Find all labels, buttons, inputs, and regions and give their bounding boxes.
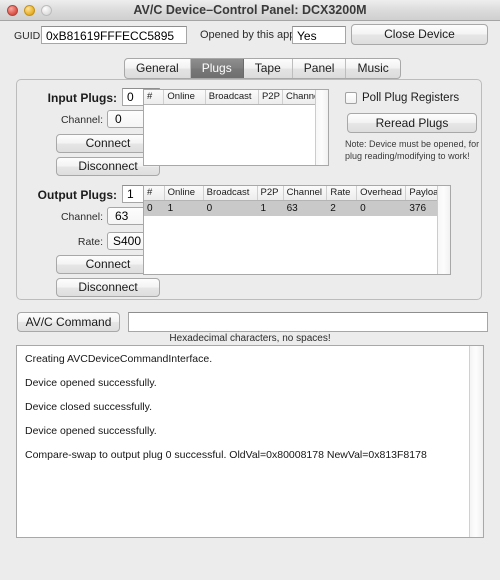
device-header-row: GUID: 0xB81619FFFECC5895 Opened by this …	[0, 21, 500, 54]
guid-label: GUID:	[14, 30, 44, 42]
column-header-online: Online	[165, 186, 204, 200]
output-plugs-table[interactable]: # Online Broadcast P2P Channel Rate Over…	[143, 185, 451, 275]
output-plugs-label: Output Plugs:	[37, 188, 117, 202]
tab-plugs[interactable]: Plugs	[190, 59, 244, 78]
window-bottom-area	[0, 538, 500, 580]
column-header-number: #	[144, 186, 165, 200]
poll-plug-registers-row[interactable]: Poll Plug Registers	[345, 92, 459, 104]
output-channel-value: 63	[115, 209, 129, 223]
avc-command-hint: Hexadecimal characters, no spaces!	[169, 333, 331, 344]
output-rate-value: S400	[113, 234, 142, 248]
log-line: Creating AVCDeviceCommandInterface.	[25, 353, 213, 365]
tab-music[interactable]: Music	[346, 59, 399, 78]
cell-p2p: 1	[260, 203, 267, 214]
title-bar: AV/C Device–Control Panel: DCX3200M	[0, 0, 500, 21]
window-title: AV/C Device–Control Panel: DCX3200M	[133, 3, 367, 17]
cell-broadcast: 0	[206, 203, 213, 214]
poll-plug-registers-checkbox[interactable]	[345, 92, 357, 104]
table-row[interactable]: 0 1 0 1 63 2 0 376	[144, 201, 450, 216]
column-header-online: Online	[164, 90, 206, 104]
log-line: Device opened successfully.	[25, 377, 157, 389]
log-content: Creating AVCDeviceCommandInterface. Devi…	[17, 346, 469, 537]
cell-online: 1	[167, 203, 174, 214]
avc-command-button[interactable]: AV/C Command	[17, 312, 120, 332]
tab-general[interactable]: General	[125, 59, 191, 78]
column-header-broadcast: Broadcast	[206, 90, 259, 104]
log-scrollbar[interactable]	[469, 346, 483, 537]
output-plugs-table-header: # Online Broadcast P2P Channel Rate Over…	[144, 186, 450, 201]
input-plugs-table-header: # Online Broadcast P2P Channel	[144, 90, 328, 105]
opened-by-app-label: Opened by this app?	[200, 29, 302, 41]
reread-plugs-button[interactable]: Reread Plugs	[347, 113, 477, 133]
avc-device-control-panel-window: AV/C Device–Control Panel: DCX3200M GUID…	[0, 0, 500, 580]
opened-by-app-field: Yes	[292, 26, 346, 44]
avc-command-input[interactable]	[128, 312, 488, 332]
log-line: Compare-swap to output plug 0 successful…	[25, 449, 427, 461]
input-plugs-table[interactable]: # Online Broadcast P2P Channel	[143, 89, 329, 166]
tab-tape[interactable]: Tape	[244, 59, 293, 78]
plug-reading-note: Note: Device must be opened, for plug re…	[345, 139, 480, 161]
input-plugs-label: Input Plugs:	[47, 91, 117, 105]
guid-field[interactable]: 0xB81619FFFECC5895	[41, 26, 187, 44]
column-header-p2p: P2P	[259, 90, 284, 104]
output-rate-label: Rate:	[77, 236, 103, 248]
tab-panel[interactable]: Panel	[293, 59, 347, 78]
log-line: Device closed successfully.	[25, 401, 153, 413]
output-disconnect-button[interactable]: Disconnect	[56, 278, 160, 297]
cell-channel: 63	[286, 203, 298, 214]
input-plugs-table-scrollbar[interactable]	[315, 90, 328, 165]
column-header-overhead: Overhead	[357, 186, 407, 200]
input-channel-label: Channel:	[60, 114, 103, 126]
cell-number: 0	[147, 203, 153, 214]
log-line: Device opened successfully.	[25, 425, 157, 437]
close-device-button[interactable]: Close Device	[351, 24, 488, 45]
column-header-rate: Rate	[327, 186, 358, 200]
output-channel-label: Channel:	[60, 211, 103, 223]
input-channel-value: 0	[115, 112, 122, 126]
column-header-channel: Channel	[284, 186, 328, 200]
tab-bar: General Plugs Tape Panel Music	[124, 58, 401, 79]
poll-plug-registers-label: Poll Plug Registers	[362, 92, 460, 104]
column-header-broadcast: Broadcast	[204, 186, 258, 200]
cell-rate: 2	[330, 203, 336, 214]
plugs-group-box: Input Plugs: 0 Channel: 0 Connect Discon…	[16, 79, 482, 300]
log-output-box[interactable]: Creating AVCDeviceCommandInterface. Devi…	[16, 345, 484, 538]
cell-overhead: 0	[360, 203, 366, 214]
column-header-p2p: P2P	[258, 186, 284, 200]
output-plugs-table-scrollbar[interactable]	[437, 186, 450, 274]
column-header-number: #	[144, 90, 165, 104]
